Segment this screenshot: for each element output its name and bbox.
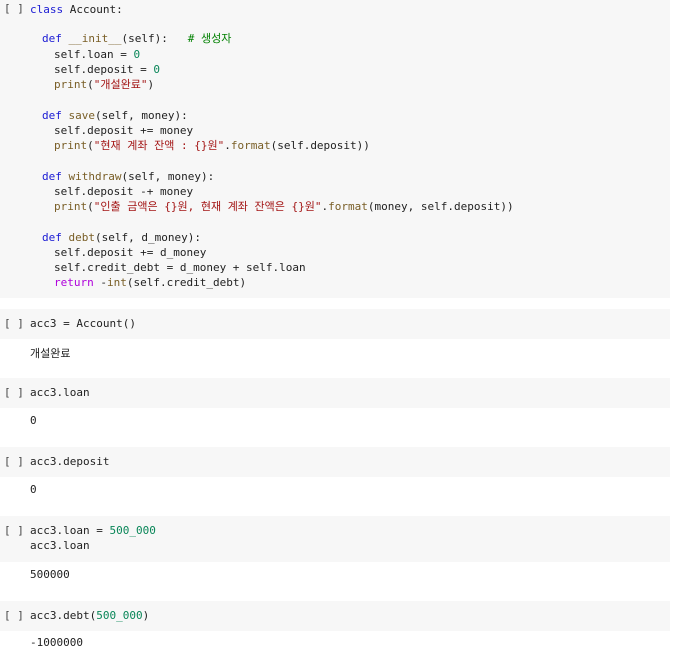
code-cell-class-account[interactable]: [ ] class Account: def __init__(self): #…	[0, 0, 670, 298]
run-cell-button[interactable]: [ ]	[4, 317, 24, 330]
code-cell[interactable]: [ ] acc3 = Account()	[0, 309, 670, 339]
code-line: class Account:	[30, 3, 123, 16]
code-line: self.deposit -+ money	[54, 185, 194, 198]
run-cell-button[interactable]: [ ]	[4, 524, 24, 537]
code-line[interactable]: acc3.loan = 500_000	[30, 523, 156, 538]
code-line: self.deposit = 0	[54, 63, 160, 76]
run-cell-button[interactable]: [ ]	[4, 386, 24, 399]
code-line[interactable]: acc3.loan	[30, 385, 90, 400]
cell-output: 0	[30, 483, 37, 496]
code-cell[interactable]: [ ] acc3.deposit	[0, 447, 670, 477]
code-line: self.deposit += money	[54, 124, 194, 137]
code-line[interactable]: acc3 = Account()	[30, 316, 136, 331]
cell-output: 0	[30, 414, 37, 427]
code-line[interactable]: acc3.loan	[30, 538, 90, 553]
code-line: def __init__(self): # 생성자	[42, 32, 232, 45]
run-cell-button[interactable]: [ ]	[4, 455, 24, 468]
code-line: self.loan = 0	[54, 48, 141, 61]
code-line: print("개설완료")	[54, 78, 155, 91]
code-line: print("인출 금액은 {}원, 현재 계좌 잔액은 {}원".format…	[54, 200, 514, 213]
code-line: print("현재 계좌 잔액 : {}원".format(self.depos…	[54, 139, 370, 152]
cell-output: -1000000	[30, 636, 83, 649]
code-line: self.credit_debt = d_money + self.loan	[54, 261, 306, 274]
code-line: def debt(self, d_money):	[42, 231, 201, 244]
code-line: def withdraw(self, money):	[42, 170, 215, 183]
code-cell[interactable]: [ ] acc3.debt(500_000)	[0, 601, 670, 631]
cell-output: 500000	[30, 568, 70, 581]
code-line: self.deposit += d_money	[54, 246, 207, 259]
code-cell[interactable]: [ ] acc3.loan = 500_000 acc3.loan	[0, 516, 670, 562]
cell-output: 개설완료	[30, 347, 71, 360]
code-line: return -int(self.credit_debt)	[54, 276, 247, 289]
run-cell-button[interactable]: [ ]	[4, 2, 24, 15]
code-cell[interactable]: [ ] acc3.loan	[0, 378, 670, 408]
run-cell-button[interactable]: [ ]	[4, 609, 24, 622]
code-line[interactable]: acc3.debt(500_000)	[30, 608, 149, 623]
code-line[interactable]: acc3.deposit	[30, 454, 109, 469]
code-line: def save(self, money):	[42, 109, 188, 122]
